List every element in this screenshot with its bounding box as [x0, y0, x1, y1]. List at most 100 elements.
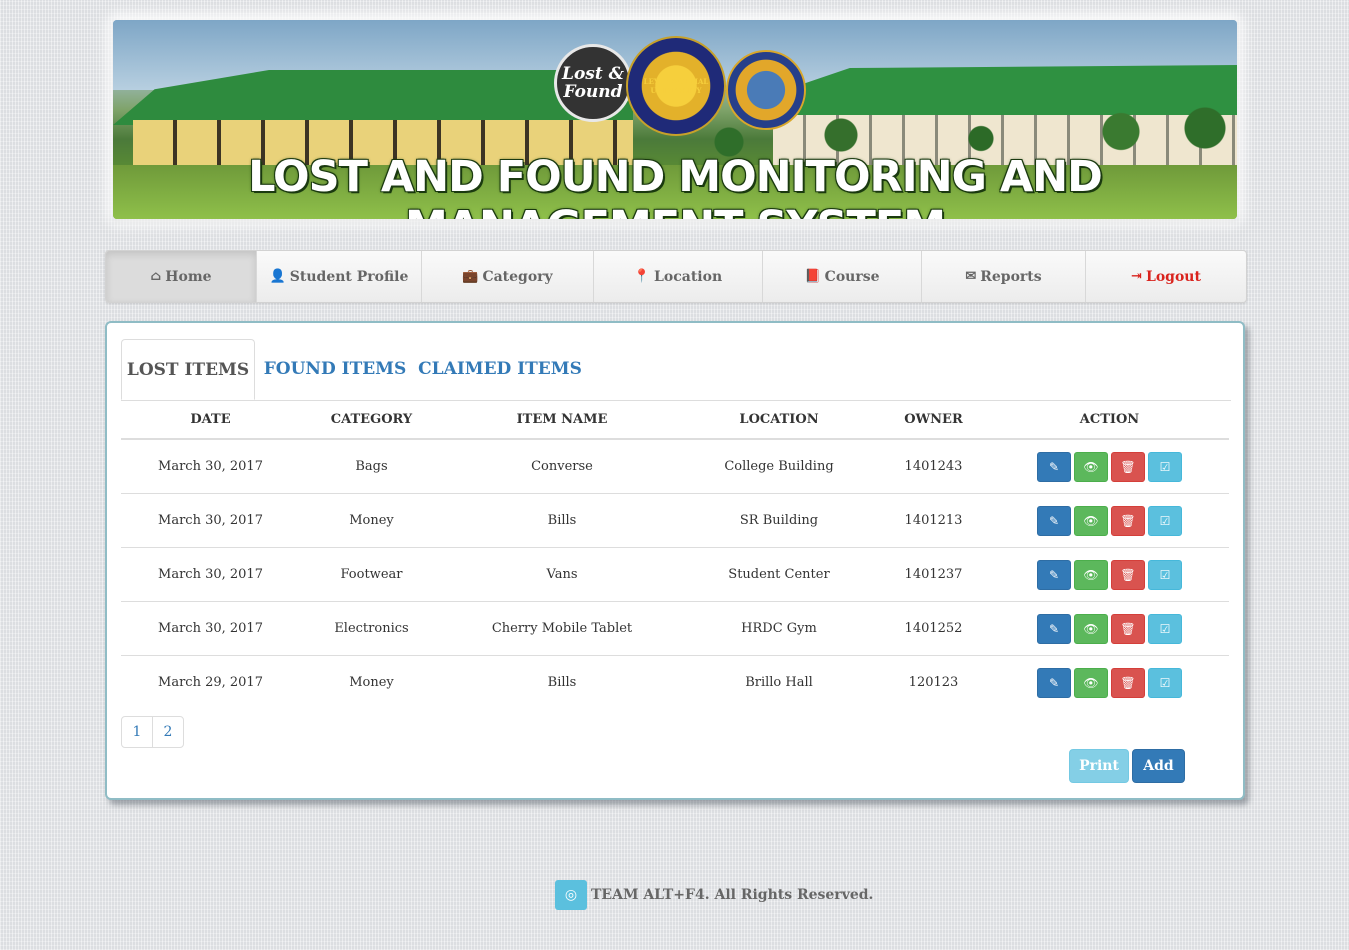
view-button[interactable]: 👁 [1074, 667, 1108, 698]
cell-owner: 1401243 [877, 438, 990, 494]
nav-logout-label: Logout [1145, 268, 1201, 285]
nav-location[interactable]: 📍 Location [594, 251, 763, 302]
main-navbar: ⌂ Home 👤 Student Profile 💼 Category 📍 Lo… [105, 250, 1247, 303]
cell-date: March 30, 2017 [121, 601, 300, 656]
items-panel: LOST ITEMS FOUND ITEMS CLAIMED ITEMS DAT… [105, 321, 1245, 800]
nav-course-label: Course [824, 268, 880, 285]
nav-location-label: Location [654, 268, 723, 285]
lost-items-table: DATE CATEGORY ITEM NAME LOCATION OWNER A… [121, 400, 1229, 709]
cell-location: Student Center [681, 547, 877, 602]
check-icon: ☑ [1159, 459, 1171, 474]
table-row: March 30, 2017 Bags Converse College Bui… [121, 438, 1229, 494]
edit-button[interactable]: ✎ [1037, 613, 1071, 644]
header-banner: Lost & Found LEYTE NORMAL UNIVERSITY LOS… [113, 20, 1237, 219]
pagination: 1 2 [121, 716, 184, 748]
university-seal-text: LEYTE NORMAL UNIVERSITY [643, 77, 709, 95]
trash-icon: 🗑 [1120, 513, 1136, 528]
table-row: March 30, 2017 Footwear Vans Student Cen… [121, 547, 1229, 602]
nav-student-profile-label: Student Profile [289, 268, 409, 285]
claim-button[interactable]: ☑ [1148, 505, 1182, 536]
check-icon: ☑ [1159, 513, 1171, 528]
nav-home[interactable]: ⌂ Home [106, 251, 257, 302]
footer-text: TEAM ALT+F4. All Rights Reserved. [591, 887, 874, 903]
page-link-2[interactable]: 2 [152, 716, 184, 748]
trash-icon: 🗑 [1120, 675, 1136, 690]
claim-button[interactable]: ☑ [1148, 667, 1182, 698]
tab-found-items[interactable]: FOUND ITEMS [261, 339, 409, 399]
row-action-group: ✎ 👁 🗑 ☑ [991, 613, 1228, 644]
claim-button[interactable]: ☑ [1148, 559, 1182, 590]
tab-lost-items[interactable]: LOST ITEMS [121, 339, 255, 400]
trash-icon: 🗑 [1120, 459, 1136, 474]
cell-item-name: Vans [443, 547, 681, 602]
cell-location: College Building [681, 438, 877, 494]
item-tabs: LOST ITEMS FOUND ITEMS CLAIMED ITEMS [121, 339, 1231, 401]
column-header-owner: OWNER [877, 400, 990, 440]
delete-button[interactable]: 🗑 [1111, 667, 1145, 698]
lost-and-found-logo: Lost & Found [554, 44, 632, 122]
claim-button[interactable]: ☑ [1148, 613, 1182, 644]
edit-button[interactable]: ✎ [1037, 559, 1071, 590]
eye-icon: 👁 [1083, 459, 1099, 474]
student-council-seal-logo [726, 50, 806, 130]
check-icon: ☑ [1159, 675, 1171, 690]
table-row: March 30, 2017 Electronics Cherry Mobile… [121, 601, 1229, 656]
row-action-group: ✎ 👁 🗑 ☑ [991, 451, 1228, 482]
eye-icon: 👁 [1083, 567, 1099, 582]
cell-date: March 30, 2017 [121, 438, 300, 494]
cell-owner: 1401252 [877, 601, 990, 656]
column-header-action: ACTION [990, 400, 1229, 440]
view-button[interactable]: 👁 [1074, 451, 1108, 482]
nav-category[interactable]: 💼 Category [422, 251, 594, 302]
claim-button[interactable]: ☑ [1148, 451, 1182, 482]
view-button[interactable]: 👁 [1074, 613, 1108, 644]
edit-button[interactable]: ✎ [1037, 451, 1071, 482]
page-link-1[interactable]: 1 [121, 716, 153, 748]
column-header-location: LOCATION [681, 400, 877, 440]
cell-date: March 30, 2017 [121, 493, 300, 548]
nav-home-label: Home [165, 268, 212, 285]
banner-title: LOST AND FOUND MONITORING AND MANAGEMENT… [248, 152, 1103, 219]
home-icon: ⌂ [150, 269, 162, 284]
cell-category: Footwear [300, 547, 443, 602]
print-button[interactable]: Print [1069, 749, 1129, 783]
cell-actions: ✎ 👁 🗑 ☑ [990, 601, 1229, 656]
delete-button[interactable]: 🗑 [1111, 505, 1145, 536]
cell-owner: 1401237 [877, 547, 990, 602]
footer: ◎ TEAM ALT+F4. All Rights Reserved. [555, 880, 873, 910]
add-button[interactable]: Add [1132, 749, 1185, 783]
delete-button[interactable]: 🗑 [1111, 613, 1145, 644]
check-icon: ☑ [1159, 567, 1171, 582]
cell-location: HRDC Gym [681, 601, 877, 656]
edit-icon: ✎ [1048, 567, 1060, 582]
tab-claimed-items[interactable]: CLAIMED ITEMS [417, 339, 583, 399]
edit-button[interactable]: ✎ [1037, 667, 1071, 698]
delete-button[interactable]: 🗑 [1111, 559, 1145, 590]
cell-category: Electronics [300, 601, 443, 656]
edit-icon: ✎ [1048, 621, 1060, 636]
nav-student-profile[interactable]: 👤 Student Profile [257, 251, 422, 302]
table-row: March 29, 2017 Money Bills Brillo Hall 1… [121, 655, 1229, 709]
nav-reports[interactable]: ✉ Reports [922, 251, 1086, 302]
nav-course[interactable]: 📕 Course [763, 251, 922, 302]
copyright-icon: ◎ [555, 880, 587, 910]
envelope-icon: ✉ [965, 269, 977, 284]
eye-icon: 👁 [1083, 513, 1099, 528]
column-header-category: CATEGORY [300, 400, 443, 440]
edit-icon: ✎ [1048, 675, 1060, 690]
cell-location: SR Building [681, 493, 877, 548]
nav-reports-label: Reports [980, 268, 1042, 285]
cell-actions: ✎ 👁 🗑 ☑ [990, 493, 1229, 548]
table-row: March 30, 2017 Money Bills SR Building 1… [121, 493, 1229, 548]
trash-icon: 🗑 [1120, 621, 1136, 636]
row-action-group: ✎ 👁 🗑 ☑ [991, 667, 1228, 698]
delete-button[interactable]: 🗑 [1111, 451, 1145, 482]
nav-logout[interactable]: ⇥ Logout [1086, 251, 1246, 302]
view-button[interactable]: 👁 [1074, 559, 1108, 590]
briefcase-icon: 💼 [462, 269, 479, 284]
edit-button[interactable]: ✎ [1037, 505, 1071, 536]
eye-icon: 👁 [1083, 675, 1099, 690]
cell-category: Bags [300, 438, 443, 494]
view-button[interactable]: 👁 [1074, 505, 1108, 536]
eye-icon: 👁 [1083, 621, 1099, 636]
